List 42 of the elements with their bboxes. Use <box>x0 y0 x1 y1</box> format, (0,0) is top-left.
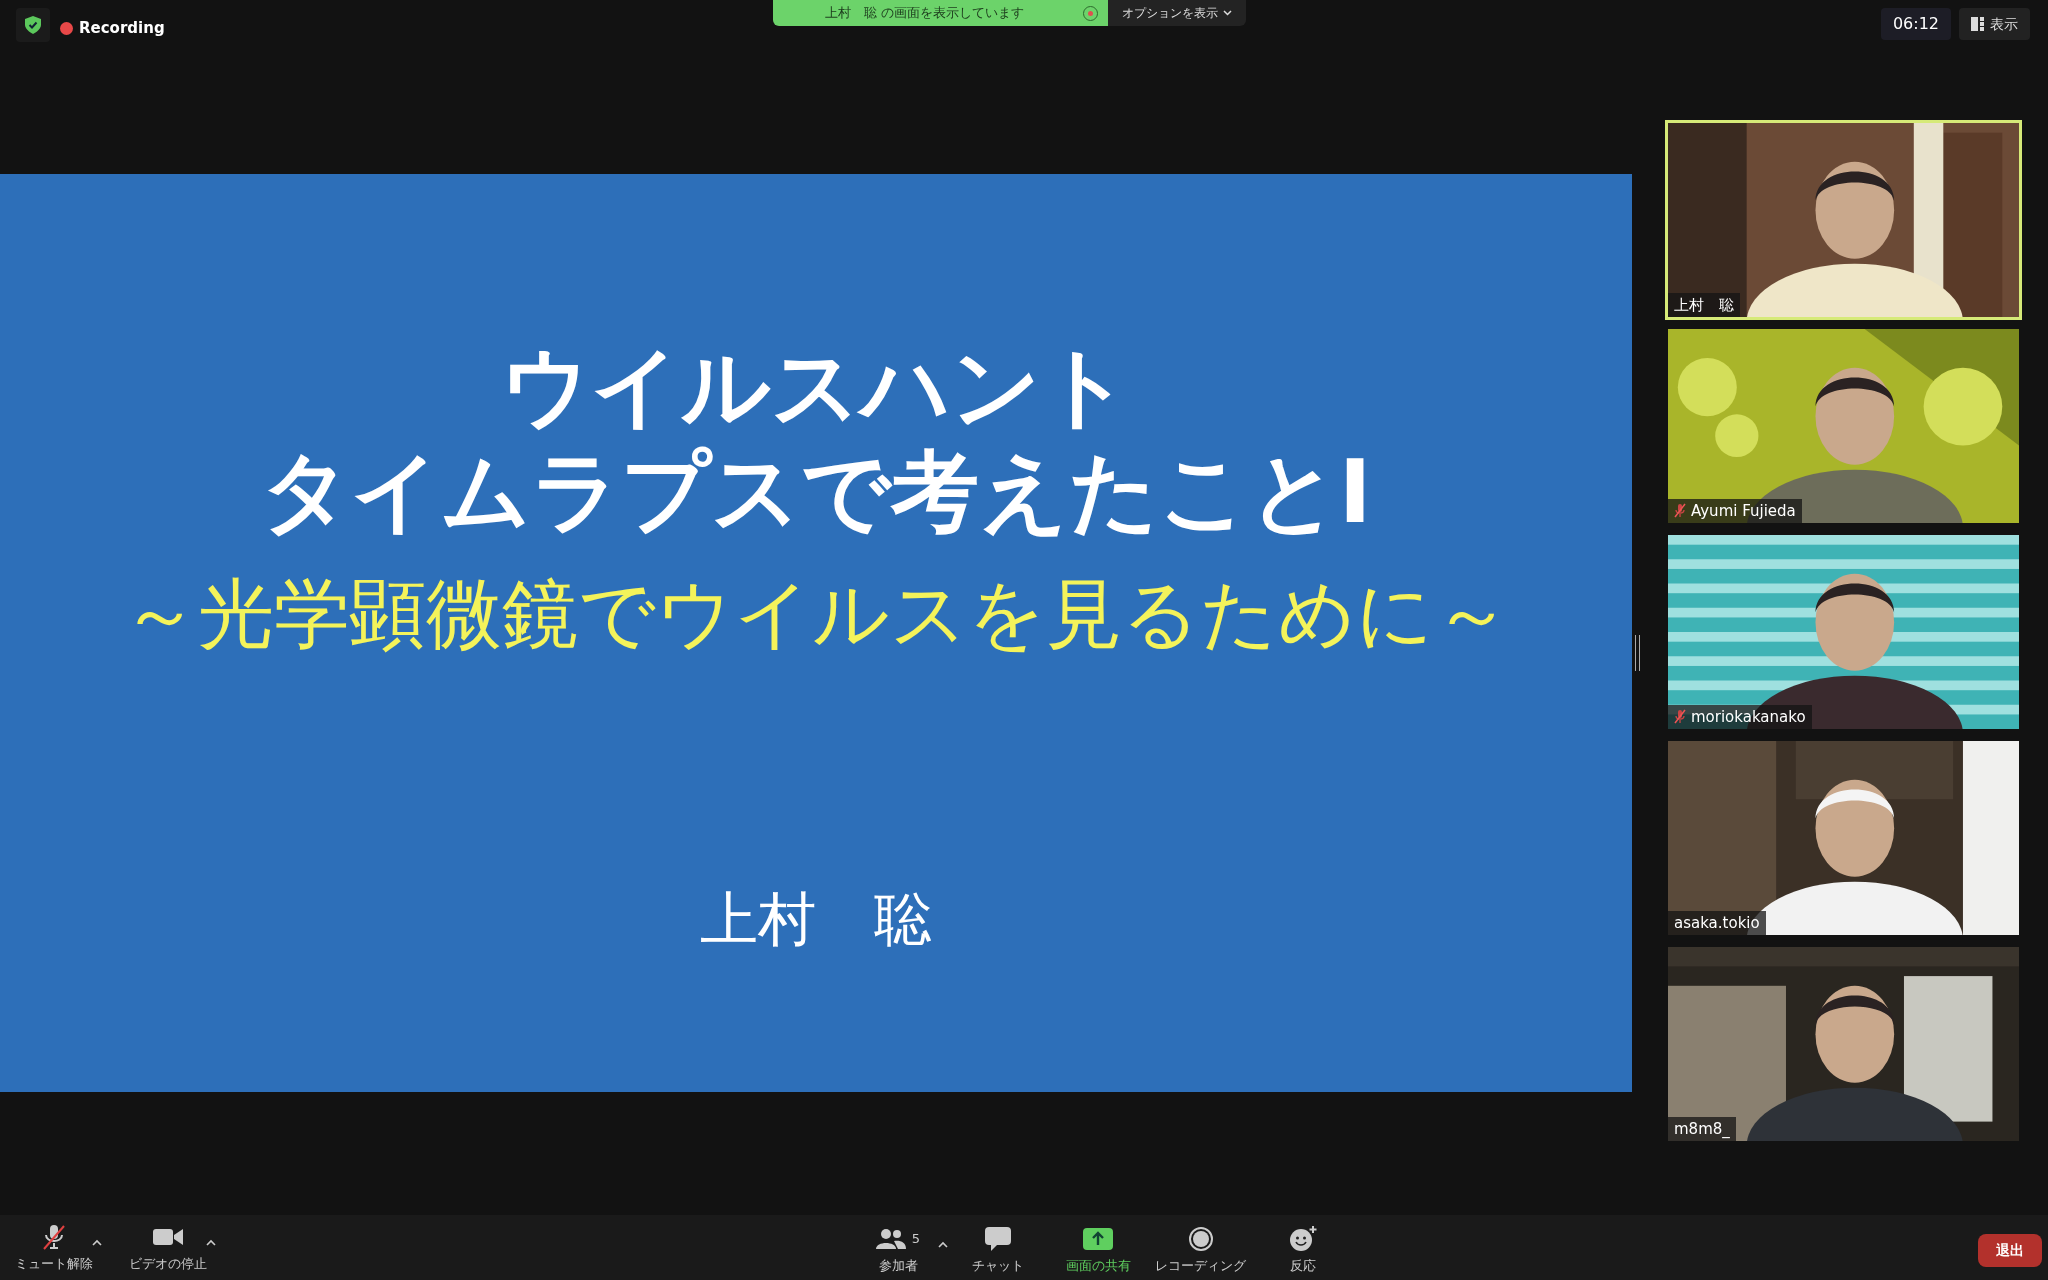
slide-subtitle: ～光学顕微鏡でウイルスを見るために～ <box>122 567 1510 660</box>
caret-up-icon[interactable] <box>206 1238 216 1246</box>
chevron-down-icon <box>1222 10 1232 16</box>
slide-author: 上村 聡 <box>700 883 932 955</box>
caret-up-icon[interactable] <box>938 1241 948 1248</box>
video-button[interactable]: ビデオの停止 <box>128 1221 208 1274</box>
participant-name-tag: 上村 聡 <box>1668 292 1740 317</box>
chat-bubble-icon <box>985 1227 1011 1251</box>
people-icon <box>875 1228 906 1250</box>
reaction-button[interactable]: 反応 <box>1253 1224 1353 1276</box>
video-tile[interactable]: moriokakanako <box>1665 532 2022 732</box>
video-tile[interactable]: Ayumi Fujieda <box>1665 326 2022 526</box>
share-button[interactable]: 画面の共有 <box>1048 1224 1148 1276</box>
chat-button[interactable]: チャット <box>948 1224 1048 1276</box>
caret-up-icon[interactable] <box>92 1238 102 1246</box>
recording-dot <box>60 21 73 35</box>
participant-name-tag: asaka.tokio <box>1668 910 1766 935</box>
participants-button[interactable]: 5 参加者 <box>848 1224 948 1276</box>
leave-button[interactable]: 退出 <box>1978 1234 2042 1267</box>
shield-icon[interactable] <box>25 16 41 34</box>
video-tile[interactable]: 上村 聡 <box>1665 120 2022 320</box>
resize-handle[interactable] <box>1635 635 1640 671</box>
view-button[interactable]: 表示 <box>1959 8 2030 40</box>
view-options-button[interactable]: オプションを表示 <box>1107 0 1246 26</box>
slide-title: ウイルスハント <box>501 333 1131 440</box>
participant-name-tag: moriokakanako <box>1668 704 1812 729</box>
record-button[interactable]: レコーディング <box>1148 1224 1253 1276</box>
meeting-timer: 06:12 <box>1880 8 1951 40</box>
mic-button[interactable]: ミュート解除 <box>14 1221 94 1274</box>
video-tile[interactable]: m8m8_ <box>1665 944 2022 1144</box>
video-camera-icon <box>153 1226 183 1247</box>
record-icon <box>1187 1226 1214 1252</box>
participant-name-tag: m8m8_ <box>1668 1116 1736 1141</box>
recording-label: Recording <box>79 17 165 39</box>
share-screen-icon <box>1083 1228 1113 1250</box>
participant-count: 5 <box>911 1230 921 1249</box>
slide-title: タイムラプスで考えたことⅠ <box>260 439 1372 545</box>
participant-name-tag: Ayumi Fujieda <box>1668 498 1802 523</box>
layout-icon <box>1971 17 1984 31</box>
share-banner: 上村 聡 の画面を表示しています <box>772 0 1108 26</box>
smiley-add-icon <box>1289 1225 1317 1253</box>
video-tile[interactable]: asaka.tokio <box>1665 738 2022 938</box>
